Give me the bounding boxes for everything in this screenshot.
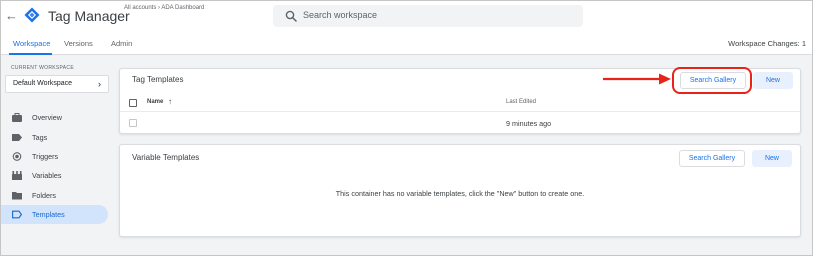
app-window: ← Tag Manager All accounts › ADA Dashboa… (0, 0, 813, 256)
folder-icon (12, 192, 22, 200)
container-selector[interactable] (124, 15, 214, 27)
column-header-last-edited[interactable]: Last Edited (506, 99, 536, 105)
sidebar-item-label: Variables (32, 171, 62, 180)
variable-search-gallery-button[interactable]: Search Gallery (679, 150, 745, 167)
sidebar-item-variables[interactable]: Variables (1, 166, 108, 185)
sidebar-item-templates[interactable]: Templates (1, 205, 108, 224)
sidebar: CURRENT WORKSPACE Default Workspace › Ov… (1, 56, 114, 255)
tag-templates-title: Tag Templates (132, 75, 184, 84)
sidebar-item-label: Tags (32, 133, 48, 142)
sidebar-item-label: Folders (32, 191, 56, 200)
tag-icon (12, 134, 22, 141)
workspace-changes-count: Workspace Changes: 1 (728, 39, 806, 48)
tag-manager-logo-icon (24, 7, 40, 23)
workspace-name: Default Workspace (13, 80, 73, 87)
tab-bar: Workspace Versions Admin Workspace Chang… (1, 32, 812, 55)
breadcrumb[interactable]: All accounts › ADA Dashboard (124, 5, 204, 11)
chevron-right-icon: › (98, 79, 101, 89)
tag-new-button[interactable]: New (753, 72, 793, 89)
variables-icon (12, 171, 22, 180)
table-row[interactable]: 9 minutes ago (120, 113, 800, 133)
sidebar-item-folders[interactable]: Folders (1, 186, 108, 205)
tab-admin[interactable]: Admin (111, 39, 132, 48)
column-header-name[interactable]: Name (147, 99, 163, 105)
row-last-edited: 9 minutes ago (506, 119, 552, 128)
sidebar-item-tags[interactable]: Tags (1, 128, 108, 147)
tab-workspace[interactable]: Workspace (13, 39, 50, 48)
variable-templates-card: Variable Templates Search Gallery New Th… (119, 144, 801, 237)
sidebar-item-label: Triggers (32, 152, 59, 161)
sidebar-item-label: Overview (32, 113, 62, 122)
table-header: Name ↑ Last Edited (120, 94, 800, 112)
sidebar-item-triggers[interactable]: Triggers (1, 147, 108, 166)
search-input[interactable]: Search workspace (273, 5, 583, 27)
variable-templates-title: Variable Templates (132, 153, 200, 162)
select-all-checkbox[interactable] (129, 99, 137, 107)
sidebar-item-label: Templates (32, 210, 65, 219)
annotation-highlight-circle (672, 67, 752, 94)
empty-state-message: This container has no variable templates… (335, 189, 585, 198)
variable-new-button[interactable]: New (752, 150, 792, 167)
tab-versions[interactable]: Versions (64, 39, 93, 48)
current-workspace-label: CURRENT WORKSPACE (11, 65, 74, 71)
annotation-arrow-icon (603, 73, 671, 85)
top-bar: ← Tag Manager All accounts › ADA Dashboa… (1, 1, 812, 32)
active-tab-indicator (9, 53, 52, 55)
trigger-icon (12, 152, 22, 161)
sort-ascending-icon[interactable]: ↑ (168, 97, 172, 107)
workspace-selector[interactable]: Default Workspace › (5, 75, 109, 93)
back-arrow-icon[interactable]: ← (5, 9, 18, 23)
sidebar-item-overview[interactable]: Overview (1, 108, 108, 127)
app-title: Tag Manager (48, 8, 130, 24)
template-icon (12, 210, 22, 219)
search-placeholder: Search workspace (303, 10, 378, 20)
row-checkbox[interactable] (129, 119, 137, 127)
search-icon (285, 10, 297, 22)
briefcase-icon (12, 113, 22, 122)
